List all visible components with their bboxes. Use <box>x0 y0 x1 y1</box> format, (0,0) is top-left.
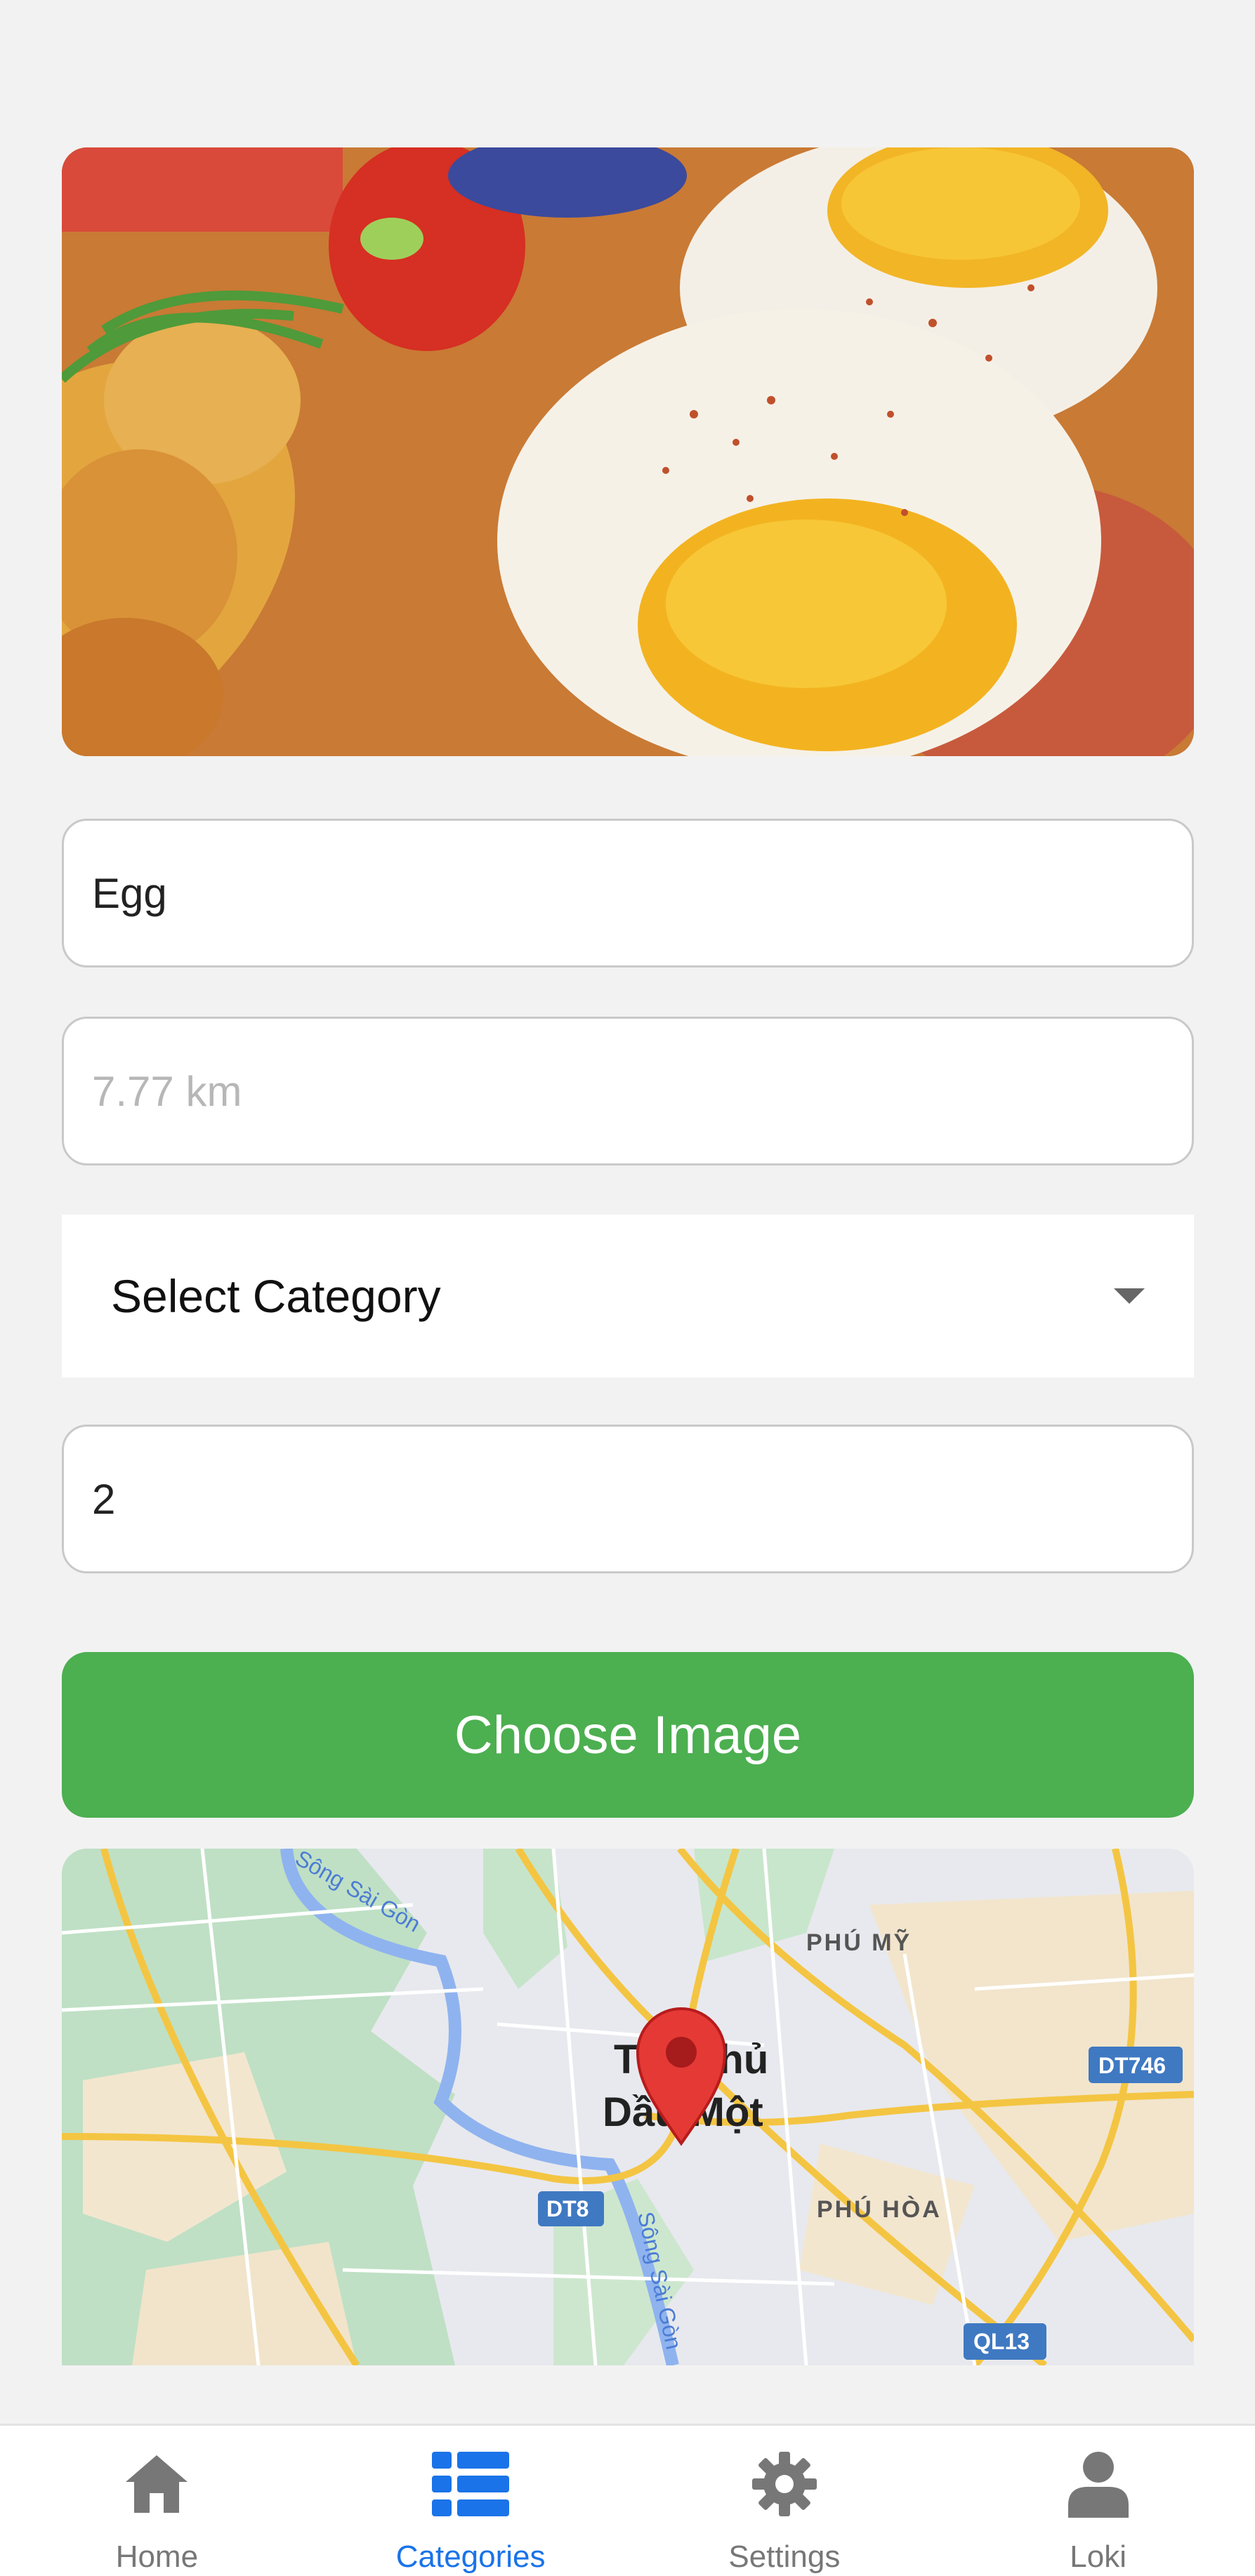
quantity-input[interactable] <box>92 1474 1192 1524</box>
city-label-prefix: T <box>614 2037 638 2082</box>
list-icon <box>432 2445 510 2523</box>
food-image <box>62 147 1194 756</box>
nav-label-home: Home <box>115 2539 199 2574</box>
choose-image-label: Choose Image <box>454 1705 802 1765</box>
nav-item-profile[interactable]: Loki <box>941 2426 1255 2576</box>
area-label-phu-my: PHÚ MỸ <box>806 1929 912 1956</box>
chevron-down-icon <box>1114 1288 1145 1304</box>
fried-eggs-photo <box>62 147 1194 756</box>
road-badge-ql13: QL13 <box>973 2329 1030 2354</box>
gear-icon <box>746 2445 823 2523</box>
road-badge-dt8: DT8 <box>546 2196 589 2221</box>
nav-item-home[interactable]: Home <box>0 2426 314 2576</box>
name-field[interactable] <box>62 819 1194 967</box>
category-select-label: Select Category <box>111 1270 441 1322</box>
nav-item-categories[interactable]: Categories <box>314 2426 628 2576</box>
quantity-field[interactable] <box>62 1425 1194 1573</box>
area-label-phu-hoa: PHÚ HÒA <box>817 2196 942 2223</box>
user-icon <box>1060 2445 1137 2523</box>
name-input[interactable] <box>92 868 1192 918</box>
distance-input[interactable] <box>92 1066 1192 1116</box>
nav-label-profile: Loki <box>1070 2539 1126 2574</box>
distance-field[interactable] <box>62 1017 1194 1165</box>
bottom-navigation: Home Categories Settings Loki <box>0 2424 1255 2576</box>
road-badge-dt746: DT746 <box>1098 2053 1166 2078</box>
nav-label-settings: Settings <box>728 2539 841 2574</box>
nav-label-categories: Categories <box>395 2539 546 2574</box>
nav-item-settings[interactable]: Settings <box>628 2426 942 2576</box>
map-canvas: PHÚ MỸ PHÚ HÒA Sông Sài Gòn Sông Sài Gòn… <box>62 1849 1194 2365</box>
category-select[interactable]: Select Category <box>62 1215 1194 1378</box>
choose-image-button[interactable]: Choose Image <box>62 1652 1194 1818</box>
home-icon <box>118 2445 195 2523</box>
location-map[interactable]: PHÚ MỸ PHÚ HÒA Sông Sài Gòn Sông Sài Gòn… <box>62 1849 1194 2365</box>
